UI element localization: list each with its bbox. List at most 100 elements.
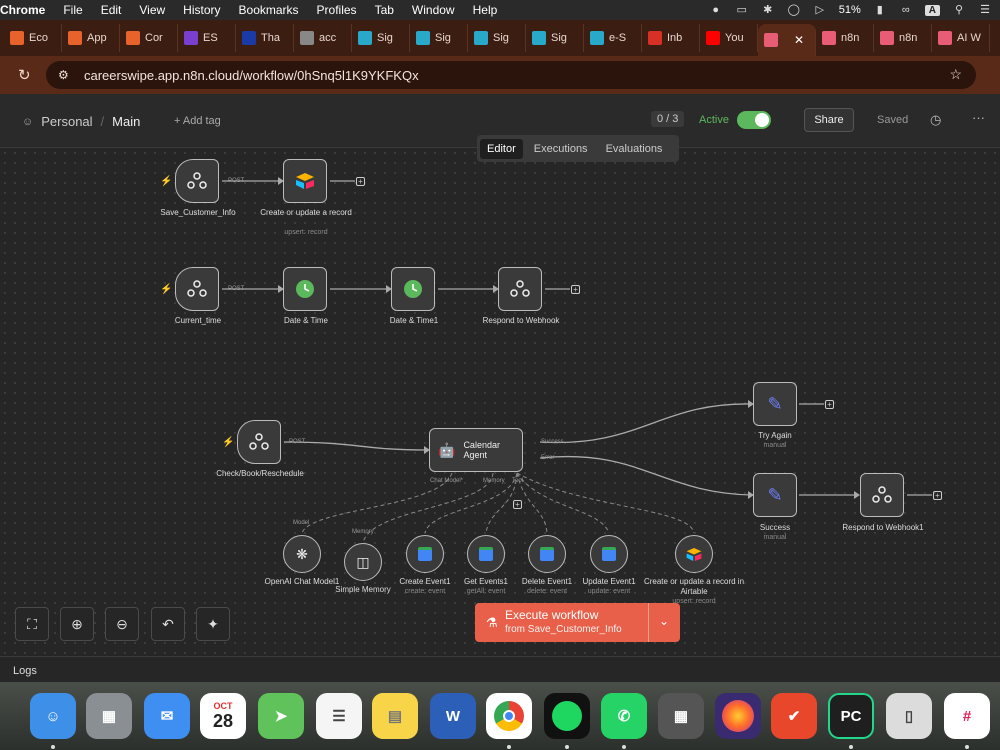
battery-icon[interactable]: ▮ xyxy=(873,4,887,16)
breadcrumb-project[interactable]: Personal xyxy=(41,114,92,129)
maps-icon[interactable]: ➤ xyxy=(258,693,304,739)
menu-bookmarks[interactable]: Bookmarks xyxy=(239,3,299,17)
browser-tab[interactable]: acc xyxy=(294,24,352,52)
node-update-event[interactable] xyxy=(590,535,628,573)
browser-tab[interactable]: Eco xyxy=(4,24,62,52)
history-icon[interactable]: ◷ xyxy=(930,112,941,128)
notes-icon[interactable]: ▤ xyxy=(372,693,418,739)
browser-tab[interactable]: Sig xyxy=(468,24,526,52)
browser-tab[interactable]: You xyxy=(700,24,758,52)
node-date-time1[interactable] xyxy=(391,267,435,311)
node-current-time[interactable] xyxy=(175,267,219,311)
search-icon[interactable]: ⚲ xyxy=(952,4,966,16)
chrome-icon[interactable] xyxy=(486,693,532,739)
node-save-customer-info[interactable] xyxy=(175,159,219,203)
user-icon[interactable]: ● xyxy=(709,4,723,16)
menu-edit[interactable]: Edit xyxy=(101,3,122,17)
node-try-again[interactable]: ✎ xyxy=(753,382,797,426)
launchpad-icon[interactable]: ▦ xyxy=(86,693,132,739)
node-create-event[interactable] xyxy=(406,535,444,573)
workflow-canvas[interactable]: ⚡ POST Save_Customer_Info Create or upda… xyxy=(0,148,1000,656)
node-openai-chat-model[interactable]: ❋ xyxy=(283,535,321,573)
spotify-icon[interactable] xyxy=(544,693,590,739)
bluetooth-icon[interactable]: ✱ xyxy=(761,4,775,16)
browser-tab[interactable]: AI W xyxy=(932,24,990,52)
node-check-book-reschedule[interactable] xyxy=(237,420,281,464)
tab-executions[interactable]: Executions xyxy=(527,139,595,159)
calendar-icon[interactable]: OCT 28 xyxy=(200,693,246,739)
word-icon[interactable]: W xyxy=(430,693,476,739)
display-icon[interactable]: ▭ xyxy=(735,4,749,16)
fit-view-button[interactable]: ⛶ xyxy=(15,607,49,641)
address-bar[interactable]: ⚙ careerswipe.app.n8n.cloud/workflow/0hS… xyxy=(46,61,976,89)
add-node-plus[interactable]: + xyxy=(571,285,580,294)
tidy-up-button[interactable]: ✦ xyxy=(196,607,230,641)
execute-workflow-button[interactable]: ⚗ Execute workflow from Save_Customer_In… xyxy=(475,603,680,642)
finder-icon[interactable]: ☺ xyxy=(30,693,76,739)
add-tool-plus[interactable]: + xyxy=(513,500,522,509)
vpn-icon[interactable]: ◯ xyxy=(787,4,801,16)
node-simple-memory[interactable]: ◫ xyxy=(344,543,382,581)
browser-tab[interactable]: Tha xyxy=(236,24,294,52)
zoom-in-button[interactable]: ⊕ xyxy=(60,607,94,641)
mail-icon[interactable]: ✉ xyxy=(144,693,190,739)
browser-tab[interactable]: Sig xyxy=(526,24,584,52)
node-respond-webhook[interactable] xyxy=(498,267,542,311)
logs-panel[interactable]: Logs xyxy=(0,656,1000,682)
control-center-icon[interactable]: ☰ xyxy=(978,4,992,16)
pycharm-icon[interactable]: PC xyxy=(828,693,874,739)
browser-tab[interactable]: e-S xyxy=(584,24,642,52)
browser-tab[interactable]: n8n xyxy=(874,24,932,52)
browser-tab[interactable]: ES xyxy=(178,24,236,52)
node-get-events[interactable] xyxy=(467,535,505,573)
browser-tab[interactable]: Sig xyxy=(410,24,468,52)
chevron-down-icon[interactable]: ⌄ xyxy=(659,614,669,628)
node-success[interactable]: ✎ xyxy=(753,473,797,517)
node-respond-webhook1[interactable] xyxy=(860,473,904,517)
bookmark-star-icon[interactable]: ☆ xyxy=(949,66,962,83)
browser-tab[interactable]: Inb xyxy=(642,24,700,52)
tab-editor[interactable]: Editor xyxy=(480,138,523,159)
menu-history[interactable]: History xyxy=(183,3,220,17)
menu-window[interactable]: Window xyxy=(412,3,455,17)
calculator-icon[interactable]: ▦ xyxy=(658,693,704,739)
add-node-plus[interactable]: + xyxy=(356,177,365,186)
more-options-icon[interactable]: ··· xyxy=(972,110,985,125)
node-calendar-agent[interactable]: 🤖 Calendar Agent xyxy=(429,428,523,472)
zoom-out-button[interactable]: ⊖ xyxy=(105,607,139,641)
play-icon[interactable]: ▷ xyxy=(813,4,827,16)
node-delete-event[interactable] xyxy=(528,535,566,573)
node-airtable-create[interactable] xyxy=(283,159,327,203)
browser-tab[interactable]: App xyxy=(62,24,120,52)
close-tab-icon[interactable]: ✕ xyxy=(794,33,804,47)
firefox-icon[interactable] xyxy=(715,693,761,739)
reminders-icon[interactable]: ☰ xyxy=(316,693,362,739)
menu-tab[interactable]: Tab xyxy=(375,3,394,17)
browser-tab[interactable]: n8n xyxy=(816,24,874,52)
menu-app-name[interactable]: Chrome xyxy=(0,3,45,17)
browser-tab[interactable]: ✕ xyxy=(758,24,816,56)
menu-view[interactable]: View xyxy=(139,3,165,17)
add-node-plus[interactable]: + xyxy=(933,491,942,500)
iphone-mirroring-icon[interactable]: ▯ xyxy=(886,693,932,739)
site-settings-icon[interactable]: ⚙ xyxy=(58,68,74,82)
browser-tab[interactable]: Sig xyxy=(352,24,410,52)
input-source-indicator[interactable]: A xyxy=(924,4,940,16)
node-airtable-agent-tool[interactable] xyxy=(675,535,713,573)
link-icon[interactable]: ∞ xyxy=(899,4,913,16)
share-button[interactable]: Share xyxy=(804,108,854,132)
ticktick-icon[interactable]: ✔ xyxy=(771,693,817,739)
address-url[interactable]: careerswipe.app.n8n.cloud/workflow/0hSnq… xyxy=(84,68,419,83)
undo-button[interactable]: ↶ xyxy=(151,607,185,641)
slack-icon[interactable]: # xyxy=(944,693,990,739)
menu-file[interactable]: File xyxy=(63,3,82,17)
reload-icon[interactable]: ↻ xyxy=(18,66,32,84)
add-node-plus[interactable]: + xyxy=(825,400,834,409)
menu-help[interactable]: Help xyxy=(473,3,498,17)
add-tag-button[interactable]: + Add tag xyxy=(174,115,221,127)
browser-tab[interactable]: Cor xyxy=(120,24,178,52)
tab-evaluations[interactable]: Evaluations xyxy=(599,139,670,159)
workflow-name[interactable]: Main xyxy=(112,114,140,129)
whatsapp-icon[interactable]: ✆ xyxy=(601,693,647,739)
active-toggle[interactable] xyxy=(737,111,771,129)
